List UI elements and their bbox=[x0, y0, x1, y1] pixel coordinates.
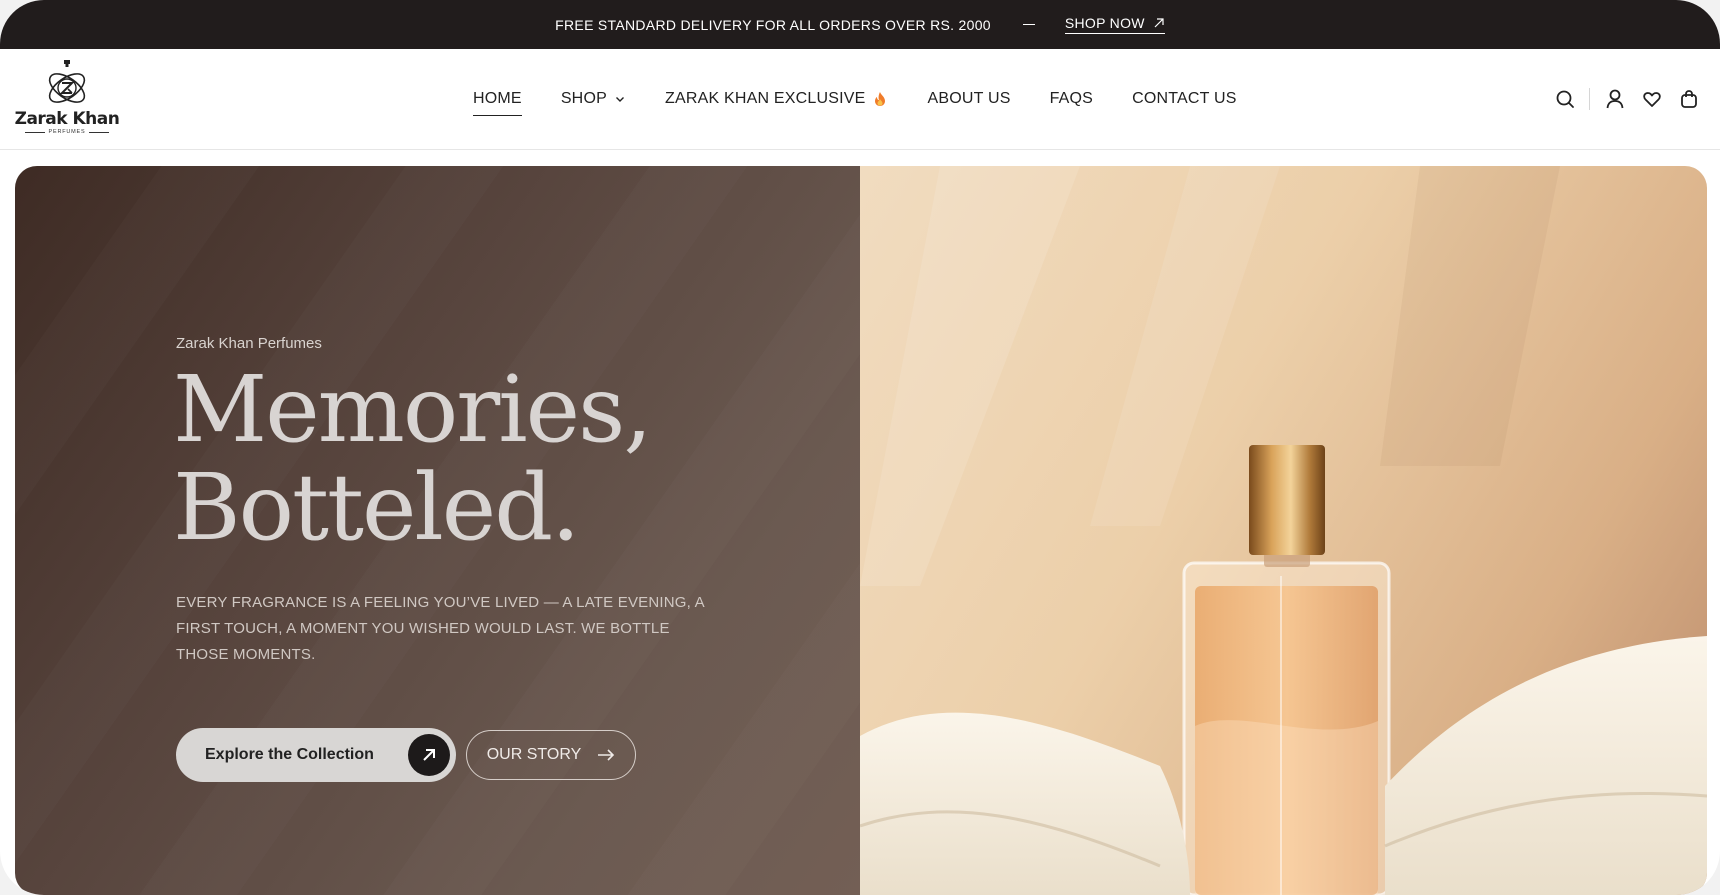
shop-now-label: SHOP NOW bbox=[1064, 15, 1145, 31]
nav-home[interactable]: HOME bbox=[473, 86, 522, 116]
logo-tagline-text: PERFUMES bbox=[48, 129, 86, 135]
announcement-message: FREE STANDARD DELIVERY FOR ALL ORDERS OV… bbox=[555, 16, 991, 33]
arrow-right-icon bbox=[598, 749, 615, 761]
nav-faqs[interactable]: FAQS bbox=[1050, 86, 1093, 112]
nav-about-label: ABOUT US bbox=[927, 90, 1011, 107]
main-nav: HOME SHOP ZARAK KHAN EXCLUSIVE ABOUT US … bbox=[473, 49, 1237, 149]
account-icon[interactable] bbox=[1604, 88, 1626, 110]
nav-exclusive-label: ZARAK KHAN EXCLUSIVE bbox=[664, 90, 866, 107]
nav-faqs-label: FAQS bbox=[1049, 90, 1094, 107]
logo-brand-name: Zarak Khan bbox=[14, 109, 120, 129]
hero-eyebrow: Zarak Khan Perfumes bbox=[176, 335, 322, 352]
nav-home-label: HOME bbox=[473, 90, 522, 107]
explore-collection-button[interactable]: Explore the Collection bbox=[176, 728, 456, 782]
hero-banner: Zarak Khan Perfumes Memories, Botteled. … bbox=[15, 166, 1707, 895]
logo[interactable]: Zarak Khan PERFUMES bbox=[14, 59, 120, 141]
explore-arrow-circle bbox=[408, 734, 450, 776]
announcement-shop-now-link[interactable]: SHOP NOW bbox=[1064, 15, 1165, 34]
nav-exclusive[interactable]: ZARAK KHAN EXCLUSIVE bbox=[665, 86, 889, 112]
nav-shop[interactable]: SHOP bbox=[561, 86, 626, 112]
hero-product-image bbox=[860, 166, 1707, 895]
hero-headline-line2: Botteled. bbox=[173, 454, 580, 561]
explore-collection-label: Explore the Collection bbox=[205, 746, 374, 763]
perfume-bottle-image bbox=[860, 166, 1707, 895]
wishlist-heart-icon[interactable] bbox=[1641, 88, 1663, 110]
chevron-down-icon bbox=[615, 97, 624, 102]
our-story-button[interactable]: OUR STORY bbox=[466, 730, 636, 780]
announcement-bar: FREE STANDARD DELIVERY FOR ALL ORDERS OV… bbox=[0, 0, 1720, 49]
announcement-divider bbox=[1022, 24, 1035, 25]
logo-tagline: PERFUMES bbox=[24, 129, 110, 135]
search-icon[interactable] bbox=[1554, 88, 1576, 110]
hero-description: EVERY FRAGRANCE IS A FEELING YOU’VE LIVE… bbox=[176, 594, 704, 663]
arrow-up-right-icon bbox=[1154, 18, 1164, 28]
logo-emblem-icon bbox=[48, 60, 86, 103]
header-icon-divider bbox=[1589, 88, 1590, 110]
arrow-up-right-icon bbox=[423, 749, 435, 761]
cart-bag-icon[interactable] bbox=[1678, 88, 1700, 110]
hero-text-panel: Zarak Khan Perfumes Memories, Botteled. … bbox=[15, 166, 860, 895]
our-story-label: OUR STORY bbox=[486, 746, 582, 763]
header-icons bbox=[1554, 49, 1700, 149]
site-header: Zarak Khan PERFUMES HOME SHOP ZARAK KHAN… bbox=[0, 49, 1720, 150]
nav-shop-label: SHOP bbox=[560, 90, 607, 107]
nav-contact-label: CONTACT US bbox=[1132, 90, 1237, 107]
hero-headline: Memories, Botteled. bbox=[173, 356, 653, 561]
nav-contact-us[interactable]: CONTACT US bbox=[1132, 86, 1237, 112]
page-frame: FREE STANDARD DELIVERY FOR ALL ORDERS OV… bbox=[0, 0, 1720, 895]
nav-about-us[interactable]: ABOUT US bbox=[927, 86, 1010, 112]
hero-headline-line1: Memories, bbox=[173, 356, 653, 463]
flame-icon bbox=[875, 92, 886, 106]
